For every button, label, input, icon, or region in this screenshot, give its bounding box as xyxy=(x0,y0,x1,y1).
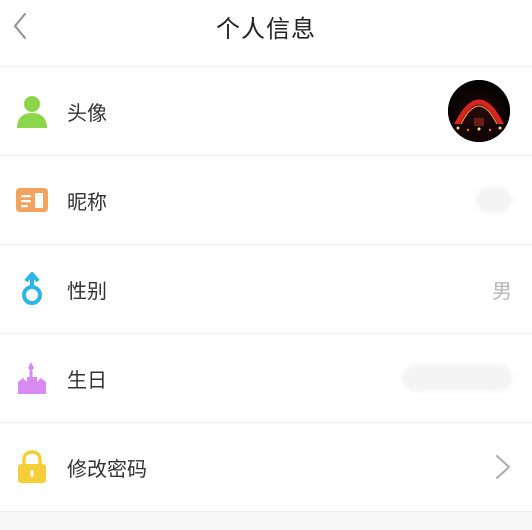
back-button[interactable] xyxy=(0,0,40,52)
row-label: 生日 xyxy=(67,367,107,392)
gender-icon xyxy=(14,271,50,307)
row-change-password[interactable]: 修改密码 xyxy=(0,423,532,512)
row-label: 性别 xyxy=(67,278,107,303)
page-title: 个人信息 xyxy=(216,14,316,43)
row-label: 修改密码 xyxy=(67,456,147,481)
chevron-left-icon xyxy=(13,12,27,40)
row-gender[interactable]: 性别 男 xyxy=(0,245,532,334)
row-nickname[interactable]: 昵称 xyxy=(0,156,532,245)
id-card-icon xyxy=(14,182,50,218)
birthday-value xyxy=(402,365,512,391)
row-avatar[interactable]: 头像 xyxy=(0,67,532,156)
gender-value: 男 xyxy=(492,278,512,303)
row-label: 头像 xyxy=(67,100,107,125)
row-birthday[interactable]: 生日 xyxy=(0,334,532,423)
person-icon xyxy=(14,93,50,129)
profile-screen: 个人信息 头像 昵称 性别 男 生日 修改密码 xyxy=(0,0,532,530)
chevron-right-icon xyxy=(495,454,511,480)
avatar[interactable] xyxy=(448,80,510,142)
lock-icon xyxy=(14,449,50,485)
settings-list: 头像 昵称 性别 男 生日 修改密码 xyxy=(0,67,532,512)
nickname-value xyxy=(476,187,512,213)
cake-icon xyxy=(14,360,50,396)
row-label: 昵称 xyxy=(67,189,107,214)
top-bar: 个人信息 xyxy=(0,0,532,67)
